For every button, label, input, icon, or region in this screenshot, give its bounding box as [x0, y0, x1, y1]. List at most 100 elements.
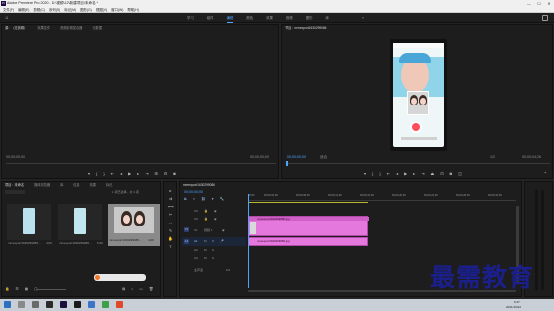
razor-tool-icon[interactable]: ✂ — [168, 212, 173, 217]
project-item[interactable] — [58, 204, 102, 240]
workspace-tab-assembly[interactable]: 组件 — [207, 13, 214, 23]
lock-track-icon[interactable]: 🔒 — [204, 217, 208, 221]
source-patch-v1[interactable]: V1 — [184, 227, 189, 232]
mark-in-icon[interactable]: { — [96, 171, 97, 176]
mute-icon[interactable]: M — [204, 256, 207, 260]
lock-icon[interactable]: 🔒 — [5, 287, 9, 291]
program-mark-in-icon[interactable]: { — [372, 171, 373, 176]
slip-tool-icon[interactable]: ↔ — [168, 220, 173, 225]
minimize-button[interactable]: — — [524, 0, 534, 7]
program-playhead[interactable] — [286, 161, 288, 166]
video-clip[interactable]: mmexport1630299086.jpg — [248, 216, 369, 236]
task-view-icon[interactable] — [32, 301, 39, 308]
timeline-timecode[interactable]: 00;00;00;00 — [184, 190, 203, 194]
master-track-value[interactable]: 0.0 — [226, 268, 230, 272]
menu-graphics[interactable]: 图形(G) — [80, 7, 92, 12]
track-header-a3[interactable]: A3 M S — [182, 255, 246, 262]
step-back-icon[interactable]: ◂ — [120, 171, 122, 176]
project-item-selected[interactable]: mmexport1630299086... 4;26 — [108, 204, 160, 246]
track-select-tool-icon[interactable]: ⇉ — [168, 196, 173, 201]
ripple-edit-tool-icon[interactable]: ⟷ — [168, 204, 174, 209]
wechat-app-icon[interactable] — [102, 301, 109, 308]
workspace-tab-color[interactable]: 颜色 — [246, 13, 253, 23]
trash-icon[interactable]: 🗑 — [149, 287, 154, 291]
tab-media-browser[interactable]: 媒体浏览器 — [34, 182, 50, 188]
program-marker-icon[interactable]: ▾ — [364, 171, 366, 176]
workspace-tab-audio[interactable]: 音频 — [286, 13, 293, 23]
track-header-a1[interactable]: A1 A1 M S 🎤 — [182, 237, 246, 246]
eye-icon[interactable]: ◉ — [214, 209, 217, 213]
program-step-forward-icon[interactable]: ▸ — [413, 171, 415, 176]
menu-sequence[interactable]: 序列(S) — [49, 7, 60, 12]
menu-edit[interactable]: 编辑(E) — [18, 7, 29, 12]
program-fit-dropdown[interactable]: 适合 — [320, 155, 327, 160]
work-area-bar[interactable] — [248, 202, 368, 203]
hand-tool-icon[interactable]: ✋ — [168, 236, 173, 241]
mute-icon[interactable]: M — [204, 248, 207, 252]
terminal-app-icon[interactable] — [46, 301, 53, 308]
track-header-v3[interactable]: V3 🔒 ◉ — [182, 208, 246, 215]
zoom-slider[interactable] — [36, 289, 66, 290]
workspace-tab-libraries[interactable]: 库 — [325, 13, 328, 23]
close-button[interactable]: ✕ — [544, 0, 554, 7]
program-timecode[interactable]: 00;00;00;00 — [287, 155, 306, 159]
solo-icon[interactable]: S — [212, 239, 214, 243]
tab-audio-clip-mixer[interactable]: 音频剪辑混合器 — [60, 25, 82, 31]
tab-program[interactable]: 节目：mmexport1630299086 — [285, 25, 326, 31]
maximize-button[interactable]: ☐ — [534, 0, 544, 7]
mark-out-icon[interactable]: } — [103, 171, 104, 176]
quick-export-icon[interactable] — [542, 15, 548, 21]
solo-icon[interactable]: S — [212, 248, 214, 252]
tab-libraries[interactable]: 库 — [60, 182, 63, 188]
ime-toolbar[interactable] — [94, 274, 146, 281]
project-item[interactable] — [7, 204, 51, 240]
workspace-tab-graphics[interactable]: 图形 — [306, 13, 313, 23]
menu-marker[interactable]: 标记(M) — [64, 7, 76, 12]
premiere-app-icon[interactable] — [60, 301, 67, 308]
mute-icon[interactable]: M — [204, 239, 207, 243]
add-marker-icon[interactable]: ▾ — [212, 197, 214, 201]
program-go-to-out-icon[interactable]: ⇥ — [421, 171, 424, 176]
extract-icon[interactable]: ⊡ — [440, 171, 443, 176]
timeline-playhead[interactable] — [248, 194, 249, 288]
audio-clip[interactable]: mmexport1630299086.jpg — [248, 237, 368, 246]
marker-icon[interactable]: ▾ — [88, 171, 90, 176]
home-icon[interactable]: ⌂ — [4, 15, 10, 21]
tab-source[interactable]: 源：（无剪辑） — [5, 25, 27, 31]
menu-view[interactable]: 视图(V) — [96, 7, 107, 12]
go-to-in-icon[interactable]: ⇤ — [111, 171, 114, 176]
browser-app-icon[interactable] — [116, 301, 123, 308]
tab-sequence[interactable]: mmexport1630299086 — [183, 182, 215, 188]
start-icon[interactable] — [4, 301, 11, 308]
automate-icon[interactable]: ▤ — [122, 287, 125, 291]
word-app-icon[interactable] — [88, 301, 95, 308]
export-frame-icon[interactable]: ◙ — [173, 171, 175, 176]
workspace-tab-effects[interactable]: 效果 — [266, 13, 273, 23]
workspace-tab-learn[interactable]: 学习 — [187, 13, 194, 23]
type-tool-icon[interactable]: T — [168, 244, 173, 249]
tab-info[interactable]: 信息 — [73, 182, 79, 188]
lift-icon[interactable]: ⏏ — [431, 171, 435, 176]
eye-icon[interactable]: ◉ — [214, 217, 217, 221]
program-resolution-dropdown[interactable]: 1/2 — [490, 155, 495, 159]
workspace-more-button[interactable]: » — [362, 13, 364, 23]
pen-tool-icon[interactable]: ✎ — [168, 228, 173, 233]
solo-icon[interactable]: S — [212, 256, 214, 260]
play-icon[interactable]: ▶ — [128, 171, 131, 176]
tab-markers[interactable]: 标记 — [106, 182, 112, 188]
program-add-button-icon[interactable]: + — [544, 170, 546, 175]
selection-tool-icon[interactable]: ▸ — [168, 188, 173, 193]
comparison-view-icon[interactable]: ◫ — [458, 171, 462, 176]
tab-project[interactable]: 项目：未命名 — [5, 182, 24, 188]
media-app-icon[interactable] — [74, 301, 81, 308]
track-header-a2[interactable]: A2 M S — [182, 247, 246, 254]
menu-file[interactable]: 文件(F) — [3, 7, 14, 12]
go-to-out-icon[interactable]: ⇥ — [145, 171, 148, 176]
source-patch-a1[interactable]: A1 — [184, 239, 189, 244]
track-header-v1[interactable]: V1 V1 视频 1 ◉ — [182, 224, 246, 236]
list-view-icon[interactable]: ☰ — [15, 287, 18, 291]
tab-effect-controls[interactable]: 效果控件 — [37, 25, 50, 31]
find-icon[interactable]: ⌕ — [131, 287, 133, 291]
step-forward-icon[interactable]: ▸ — [137, 171, 139, 176]
clock-time[interactable]: 9:47 — [514, 300, 520, 304]
